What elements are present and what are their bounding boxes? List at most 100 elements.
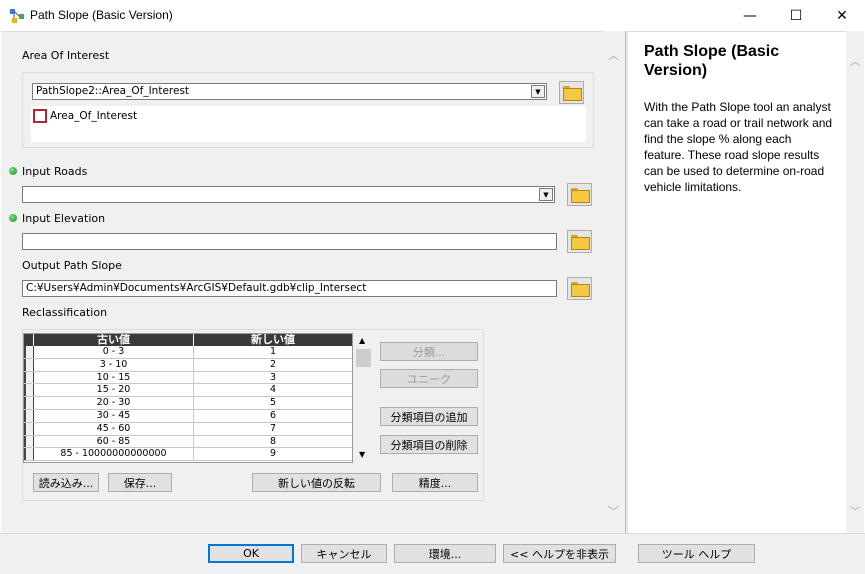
window-title: Path Slope (Basic Version) — [30, 8, 173, 22]
table-row[interactable]: 30 - 45 6 — [24, 409, 352, 423]
table-header: 古い値 新しい値 — [24, 334, 352, 346]
polygon-symbol-icon — [33, 109, 47, 123]
chevron-up-icon[interactable]: ︿ — [608, 47, 619, 63]
row-handle[interactable] — [24, 422, 34, 435]
chevron-down-icon[interactable]: ﹀ — [850, 503, 860, 518]
table-row[interactable]: 10 - 15 3 — [24, 371, 352, 385]
title-bar: Path Slope (Basic Version) — ☐ ✕ — [0, 0, 865, 31]
row-handle[interactable] — [24, 346, 34, 358]
folder-open-icon — [563, 86, 582, 101]
col-new-header: 新しい値 — [251, 333, 295, 346]
table-row[interactable]: 15 - 20 4 — [24, 384, 352, 398]
add-entry-button[interactable]: 分類項目の追加 — [380, 407, 478, 426]
aoi-combo[interactable]: PathSlope2::Area_Of_Interest ▼ — [32, 83, 547, 100]
roads-combo[interactable]: ▼ — [22, 186, 555, 203]
parameters-panel: Area Of Interest PathSlope2::Area_Of_Int… — [1, 31, 603, 533]
old-value-cell[interactable]: 20 - 30 — [34, 397, 194, 409]
required-dot-icon — [9, 214, 17, 222]
chevron-down-icon[interactable]: ▼ — [359, 450, 365, 459]
row-handle[interactable] — [24, 448, 34, 461]
hide-help-button[interactable]: << ヘルプを非表示 — [503, 544, 616, 563]
new-value-cell[interactable]: 3 — [194, 372, 352, 384]
aoi-group: PathSlope2::Area_Of_Interest ▼ Area_Of_I… — [22, 72, 594, 148]
new-value-cell[interactable]: 9 — [194, 448, 352, 460]
new-value-cell[interactable]: 4 — [194, 384, 352, 396]
aoi-label: Area Of Interest — [22, 49, 110, 62]
folder-open-icon — [571, 282, 590, 297]
chevron-down-icon[interactable]: ▼ — [531, 85, 545, 98]
row-handle[interactable] — [24, 371, 34, 384]
help-title: Path Slope (Basic Version) — [644, 43, 780, 79]
chevron-down-icon[interactable]: ▼ — [539, 188, 553, 201]
help-panel: Path Slope (Basic Version) With the Path… — [628, 31, 846, 533]
old-value-cell[interactable]: 85 - 10000000000000 — [34, 448, 194, 461]
close-button[interactable]: ✕ — [819, 0, 865, 31]
table-row[interactable]: 85 - 10000000000000 9 — [24, 448, 352, 462]
old-value-cell[interactable]: 60 - 85 — [34, 435, 194, 448]
old-value-cell[interactable]: 15 - 20 — [34, 384, 194, 397]
new-value-cell[interactable]: 5 — [194, 397, 352, 409]
old-value-cell[interactable]: 30 - 45 — [34, 409, 194, 422]
help-scrollbar[interactable]: ︿ ﹀ — [846, 31, 864, 533]
roads-browse-button[interactable] — [567, 183, 592, 206]
output-input[interactable]: C:¥Users¥Admin¥Documents¥ArcGIS¥Default.… — [22, 280, 557, 297]
classify-button[interactable]: 分類... — [380, 342, 478, 361]
aoi-feature-list[interactable]: Area_Of_Interest — [31, 106, 586, 142]
unique-button[interactable]: ユニーク — [380, 369, 478, 388]
new-value-cell[interactable]: 7 — [194, 423, 352, 435]
output-label: Output Path Slope — [22, 259, 122, 272]
row-handle[interactable] — [24, 409, 34, 422]
new-value-cell[interactable]: 6 — [194, 410, 352, 422]
new-value-cell[interactable]: 8 — [194, 436, 352, 448]
aoi-browse-button[interactable] — [559, 81, 584, 104]
required-dot-icon — [9, 167, 17, 175]
dialog-button-bar: OK キャンセル 環境... << ヘルプを非表示 ツール ヘルプ — [0, 533, 865, 574]
old-value-cell[interactable]: 45 - 60 — [34, 422, 194, 435]
col-old-header: 古い値 — [34, 334, 194, 346]
row-handle[interactable] — [24, 358, 34, 371]
table-row[interactable]: 45 - 60 7 — [24, 422, 352, 436]
maximize-button[interactable]: ☐ — [773, 0, 819, 31]
ok-button[interactable]: OK — [208, 544, 294, 563]
chevron-up-icon[interactable]: ▲ — [359, 336, 365, 345]
cancel-button[interactable]: キャンセル — [301, 544, 387, 563]
old-value-cell[interactable]: 3 - 10 — [34, 358, 194, 371]
row-handle[interactable] — [24, 397, 34, 409]
save-button[interactable]: 保存... — [108, 473, 172, 492]
table-row[interactable]: 20 - 30 5 — [24, 397, 352, 410]
row-handle[interactable] — [24, 435, 34, 448]
precision-button[interactable]: 精度... — [392, 473, 478, 492]
roads-label: Input Roads — [22, 165, 88, 178]
model-tool-icon — [9, 8, 25, 24]
table-scrollbar[interactable]: ▲ ▼ — [355, 333, 372, 463]
reverse-values-button[interactable]: 新しい値の反転 — [252, 473, 381, 492]
help-body: With the Path Slope tool an analyst can … — [644, 100, 833, 194]
table-row[interactable]: 3 - 10 2 — [24, 358, 352, 372]
table-scroll-thumb[interactable] — [356, 349, 371, 367]
tool-help-button[interactable]: ツール ヘルプ — [638, 544, 755, 563]
folder-open-icon — [571, 188, 590, 203]
reclass-label: Reclassification — [22, 306, 108, 319]
new-value-cell[interactable]: 1 — [194, 346, 352, 358]
aoi-layer-name: Area_Of_Interest — [50, 110, 138, 122]
maximize-icon: ☐ — [789, 7, 803, 24]
row-handle[interactable] — [24, 384, 34, 397]
close-icon: ✕ — [836, 7, 848, 24]
elevation-browse-button[interactable] — [567, 230, 592, 253]
new-value-cell[interactable]: 2 — [194, 359, 352, 371]
old-value-cell[interactable]: 10 - 15 — [34, 371, 194, 384]
output-browse-button[interactable] — [567, 277, 592, 300]
delete-entry-button[interactable]: 分類項目の削除 — [380, 435, 478, 454]
table-row[interactable]: 60 - 85 8 — [24, 435, 352, 449]
load-button[interactable]: 読み込み... — [33, 473, 99, 492]
environments-button[interactable]: 環境... — [394, 544, 496, 563]
old-value-cell[interactable]: 0 - 3 — [34, 346, 194, 358]
table-row[interactable]: 0 - 31 — [24, 346, 352, 359]
elevation-input[interactable] — [22, 233, 557, 250]
chevron-up-icon[interactable]: ︿ — [850, 53, 860, 68]
reclass-table[interactable]: 古い値 新しい値 0 - 31 3 - 10 2 10 - 15 3 15 - 20… — [23, 333, 353, 463]
chevron-down-icon[interactable]: ﹀ — [608, 503, 619, 519]
minimize-button[interactable]: — — [727, 0, 773, 31]
folder-open-icon — [571, 235, 590, 250]
parameters-scrollbar[interactable]: ︿ ﹀ — [603, 31, 625, 533]
